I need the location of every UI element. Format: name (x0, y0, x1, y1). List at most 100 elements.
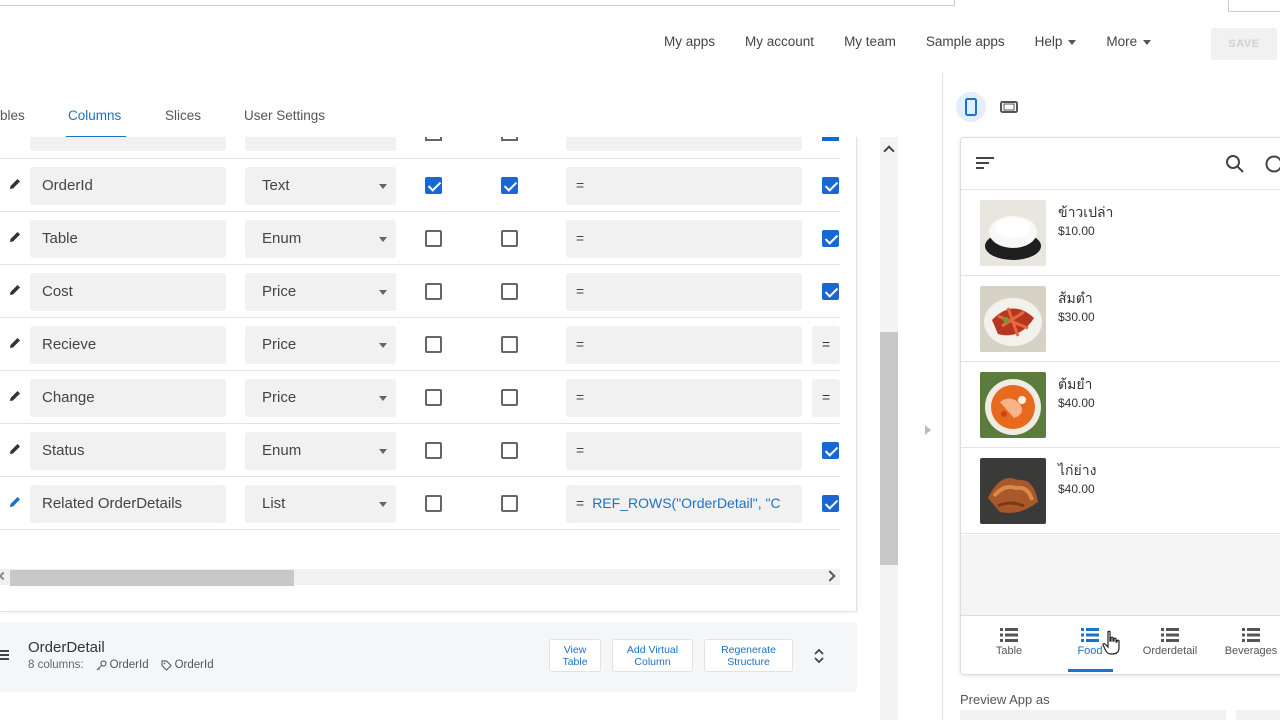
key-checkbox[interactable] (425, 177, 442, 194)
tab-tables[interactable]: bles (0, 108, 25, 123)
app-formula-field[interactable]: = (566, 273, 802, 311)
edit-icon[interactable] (8, 230, 22, 244)
edit-icon[interactable] (8, 442, 22, 456)
list-item[interactable]: ต้มยำ $40.00 (961, 362, 1280, 448)
preview-as-input[interactable] (960, 710, 1226, 720)
label-column-name: OrderId (174, 659, 214, 671)
label-checkbox[interactable] (501, 283, 518, 300)
edit-icon[interactable] (8, 177, 22, 191)
column-type-value: Enum (262, 442, 302, 459)
phone-view-button[interactable] (956, 92, 986, 122)
column-name-field[interactable]: Status (30, 432, 226, 470)
column-type-select[interactable]: Enum (245, 432, 396, 470)
show-checkbox[interactable] (822, 495, 839, 512)
scroll-up-icon[interactable] (883, 145, 895, 157)
column-type-select[interactable]: Enum (245, 220, 396, 258)
key-column: OrderId (96, 659, 149, 671)
table-row: Table Enum = (0, 212, 840, 265)
expand-collapse-icon[interactable] (813, 647, 825, 665)
column-type-select[interactable]: Price (245, 379, 396, 417)
app-formula-field[interactable]: = (566, 220, 802, 258)
horizontal-scrollbar[interactable] (0, 569, 840, 586)
collapse-preview-icon[interactable] (925, 425, 931, 435)
vertical-scroll-thumb[interactable] (880, 332, 898, 565)
nav-help-dropdown[interactable]: Help (1035, 34, 1077, 49)
app-formula-field[interactable]: = (566, 432, 802, 470)
nav-item-orderdetail[interactable]: Orderdetail (1135, 628, 1205, 657)
show-checkbox[interactable] (822, 230, 839, 247)
preview-apply-button[interactable] (1236, 710, 1280, 720)
scroll-right-icon[interactable] (824, 570, 836, 582)
app-formula-field[interactable]: = REF_ROWS("OrderDetail", "C (566, 485, 802, 523)
menu-icon[interactable] (0, 650, 9, 660)
tab-user-settings[interactable]: User Settings (244, 108, 325, 123)
nav-more-dropdown[interactable]: More (1106, 34, 1151, 49)
edit-icon[interactable] (8, 283, 22, 297)
show-formula-field[interactable]: = (812, 326, 840, 364)
app-formula-field[interactable]: = (566, 167, 802, 205)
column-type-select[interactable]: Price (245, 273, 396, 311)
column-name-field[interactable]: Cost (30, 273, 226, 311)
key-checkbox[interactable] (425, 336, 442, 353)
food-image (980, 458, 1046, 524)
column-name-field[interactable]: Recieve (30, 326, 226, 364)
tab-columns[interactable]: Columns (68, 108, 121, 123)
column-name-field[interactable]: Related OrderDetails (30, 485, 226, 523)
key-checkbox[interactable] (425, 442, 442, 459)
table-row: Cost Price = (0, 265, 840, 318)
app-formula-field[interactable]: = (566, 326, 802, 364)
show-formula-field[interactable]: = (812, 379, 840, 417)
key-checkbox[interactable] (425, 389, 442, 406)
chat-icon[interactable] (1264, 154, 1280, 174)
list-icon (1081, 628, 1099, 642)
list-icon (1161, 628, 1179, 642)
nav-my-apps[interactable]: My apps (664, 34, 715, 49)
key-checkbox[interactable] (425, 495, 442, 512)
save-button[interactable]: SAVE (1211, 28, 1277, 60)
tab-slices[interactable]: Slices (165, 108, 201, 123)
column-name-field[interactable]: Table (30, 220, 226, 258)
key-checkbox[interactable] (425, 283, 442, 300)
show-checkbox[interactable] (822, 283, 839, 300)
menu-icon[interactable] (976, 156, 994, 170)
column-type-select[interactable]: List (245, 485, 396, 523)
label-checkbox[interactable] (501, 177, 518, 194)
view-table-button[interactable]: View Table (549, 639, 601, 672)
add-virtual-column-button[interactable]: Add Virtual Column (612, 639, 693, 672)
nav-my-team[interactable]: My team (844, 34, 896, 49)
column-type-select[interactable]: Price (245, 326, 396, 364)
nav-item-beverages[interactable]: Beverages (1216, 628, 1280, 657)
key-checkbox[interactable] (425, 230, 442, 247)
label-checkbox[interactable] (501, 495, 518, 512)
label-checkbox[interactable] (501, 389, 518, 406)
preview-empty-area (961, 535, 1280, 615)
column-name-field[interactable]: Change (30, 379, 226, 417)
show-checkbox[interactable] (822, 177, 839, 194)
preview-list: ข้าวเปล่า $10.00 ส้มตำ $30.00 ต้มยำ $40.00 ไก่… (961, 190, 1280, 534)
tablet-view-button[interactable] (994, 92, 1024, 122)
horizontal-scroll-thumb[interactable] (10, 570, 294, 586)
edit-icon[interactable] (8, 336, 22, 350)
column-name-field[interactable]: OrderId (30, 167, 226, 205)
nav-sample-apps[interactable]: Sample apps (926, 34, 1005, 49)
vertical-scrollbar[interactable] (880, 137, 898, 720)
label-checkbox[interactable] (501, 442, 518, 459)
label-checkbox[interactable] (501, 230, 518, 247)
edit-icon[interactable] (8, 389, 22, 403)
search-icon[interactable] (1225, 154, 1245, 174)
nav-item-table[interactable]: Table (974, 628, 1044, 657)
label-checkbox[interactable] (501, 336, 518, 353)
table-row: Related OrderDetails List = REF_ROWS("Order… (0, 477, 840, 530)
list-item[interactable]: ส้มตำ $30.00 (961, 276, 1280, 362)
regenerate-structure-button[interactable]: Regenerate Structure (704, 639, 793, 672)
list-item[interactable]: ข้าวเปล่า $10.00 (961, 190, 1280, 276)
edit-icon[interactable] (8, 495, 22, 509)
show-checkbox[interactable] (822, 442, 839, 459)
nav-my-account[interactable]: My account (745, 34, 814, 49)
list-item[interactable]: ไก่ย่าง $40.00 (961, 448, 1280, 534)
formula-equals: = (576, 442, 585, 458)
app-formula-field[interactable]: = (566, 379, 802, 417)
scroll-left-icon[interactable] (0, 571, 8, 581)
column-type-select[interactable]: Text (245, 167, 396, 205)
panel-splitter[interactable] (942, 73, 943, 720)
